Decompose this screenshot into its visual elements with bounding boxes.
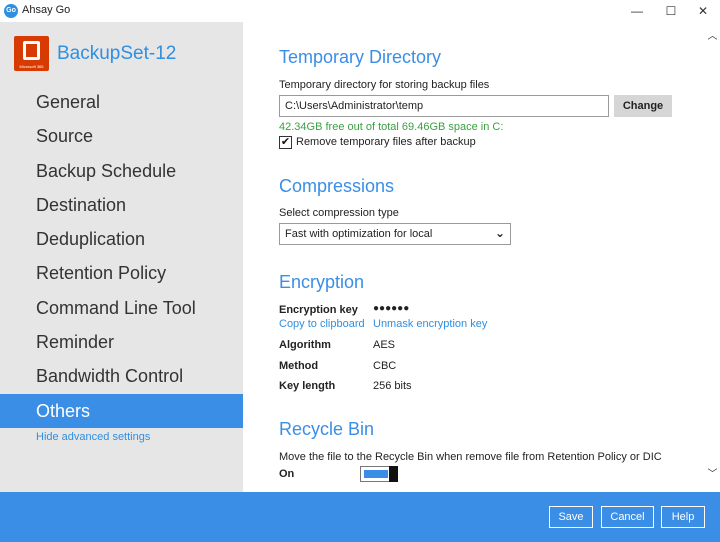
encryption-key-value: ●●●●●● <box>373 303 410 314</box>
key-length-value: 256 bits <box>373 380 412 392</box>
office-glyph-icon <box>23 41 40 60</box>
free-space-text: 42.34GB free out of total 69.46GB space … <box>279 121 504 133</box>
toggle-knob[interactable] <box>389 466 398 482</box>
help-button[interactable]: Help <box>661 506 705 528</box>
compressions-heading: Compressions <box>279 176 395 196</box>
sidebar-item-others[interactable]: Others <box>0 393 243 428</box>
backup-set-name: BackupSet-12 <box>57 43 177 64</box>
recycle-bin-heading: Recycle Bin <box>279 419 375 439</box>
title-bar: Go Ahsay Go — ☐ ✕ <box>0 0 720 22</box>
cancel-button[interactable]: Cancel <box>601 506 654 528</box>
sidebar: Microsoft 365 BackupSet-12 General Sourc… <box>0 22 243 492</box>
compression-type-select[interactable]: Fast with optimization for local ⌄ <box>279 223 511 245</box>
remove-temp-files-label[interactable]: Remove temporary files after backup <box>296 136 476 148</box>
algorithm-label: Algorithm <box>279 339 331 351</box>
encryption-key-label: Encryption key <box>279 304 358 316</box>
window-title: Ahsay Go <box>22 4 71 16</box>
sidebar-item-deduplication[interactable]: Deduplication <box>0 222 243 256</box>
temp-dir-path-input[interactable]: C:\Users\Administrator\temp <box>279 95 609 117</box>
sidebar-item-bandwidth-control[interactable]: Bandwidth Control <box>0 359 243 393</box>
microsoft-365-logo-icon: Microsoft 365 <box>14 36 49 71</box>
recycle-bin-label: Move the file to the Recycle Bin when re… <box>279 451 662 463</box>
copy-to-clipboard-link[interactable]: Copy to clipboard <box>279 318 365 330</box>
method-label: Method <box>279 360 319 372</box>
change-button[interactable]: Change <box>614 95 672 117</box>
main-scrollbar[interactable]: ︿ ﹀ <box>705 22 720 492</box>
recycle-bin-state: On <box>279 468 295 480</box>
temporary-directory-heading: Temporary Directory <box>279 47 442 67</box>
close-button[interactable]: ✕ <box>686 0 720 22</box>
minimize-button[interactable]: — <box>620 0 654 22</box>
sidebar-item-retention-policy[interactable]: Retention Policy <box>0 256 243 290</box>
encryption-heading: Encryption <box>279 272 365 292</box>
save-button[interactable]: Save <box>549 506 593 528</box>
sidebar-item-reminder[interactable]: Reminder <box>0 325 243 359</box>
sidebar-item-general[interactable]: General <box>0 85 243 119</box>
sidebar-item-command-line-tool[interactable]: Command Line Tool <box>0 291 243 325</box>
scroll-up-icon[interactable]: ︿ <box>705 30 720 44</box>
key-length-label: Key length <box>279 380 336 392</box>
method-value: CBC <box>373 360 397 372</box>
footer-bar: Save Cancel Help <box>0 492 720 542</box>
sidebar-nav: General Source Backup Schedule Destinati… <box>0 85 243 428</box>
hide-advanced-settings-link[interactable]: Hide advanced settings <box>36 431 150 443</box>
main-panel: Temporary Directory Temporary directory … <box>243 22 705 492</box>
logo-caption: Microsoft 365 <box>19 64 44 69</box>
unmask-encryption-key-link[interactable]: Unmask encryption key <box>373 318 487 330</box>
compression-selected-value: Fast with optimization for local <box>285 228 433 240</box>
temp-dir-label: Temporary directory for storing backup f… <box>279 79 490 91</box>
sidebar-item-backup-schedule[interactable]: Backup Schedule <box>0 154 243 188</box>
sidebar-item-source[interactable]: Source <box>0 119 243 153</box>
toggle-fill <box>364 470 388 478</box>
scroll-down-icon[interactable]: ﹀ <box>705 468 720 482</box>
chevron-down-icon: ⌄ <box>494 226 505 240</box>
compression-type-label: Select compression type <box>279 207 399 219</box>
sidebar-item-destination[interactable]: Destination <box>0 188 243 222</box>
remove-temp-files-checkbox[interactable]: ✔ <box>279 136 292 149</box>
recycle-bin-toggle[interactable] <box>360 466 398 482</box>
algorithm-value: AES <box>373 339 396 351</box>
maximize-button[interactable]: ☐ <box>654 0 688 22</box>
app-icon: Go <box>4 4 18 18</box>
